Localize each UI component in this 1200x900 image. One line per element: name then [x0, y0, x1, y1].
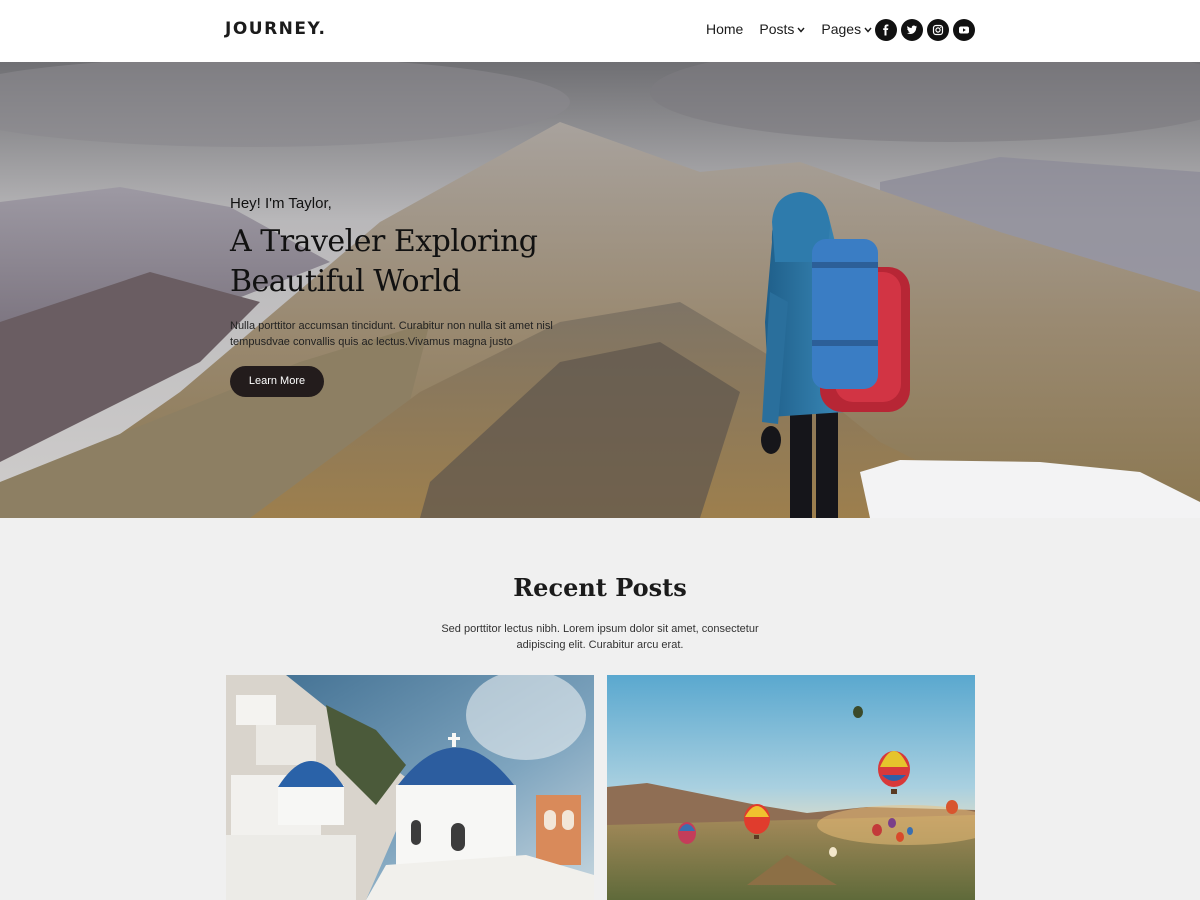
social-links [875, 19, 979, 41]
nav-item-label: Pages [821, 21, 862, 37]
chevron-down-icon [864, 25, 872, 36]
nav-item-label: Posts [759, 21, 795, 37]
santorini-photo [226, 675, 594, 900]
main-nav: Home Posts Pages [706, 21, 888, 37]
post-card-balloons[interactable] [607, 675, 975, 900]
hero-eyebrow: Hey! I'm Taylor, [230, 195, 332, 212]
instagram-icon[interactable] [927, 19, 949, 41]
nav-item-posts[interactable]: Posts [759, 21, 805, 37]
learn-more-button[interactable]: Learn More [230, 366, 324, 397]
nav-item-label: Home [706, 21, 744, 37]
section-subtitle: Sed porttitor lectus nibh. Lorem ipsum d… [441, 623, 759, 651]
hero-title-line: A Traveler Exploring [230, 224, 538, 259]
nav-item-pages[interactable]: Pages [821, 21, 872, 37]
hero-section: Hey! I'm Taylor, A Traveler Exploring Be… [0, 62, 1200, 518]
section-title: Recent Posts [513, 573, 687, 602]
chevron-down-icon [797, 25, 805, 36]
nav-item-home[interactable]: Home [706, 21, 743, 37]
site-logo[interactable]: JOURNEY. [225, 19, 326, 39]
hero-text: Hey! I'm Taylor, A Traveler Exploring Be… [230, 195, 570, 397]
site-header: JOURNEY. Home Posts Pages [0, 0, 1200, 62]
youtube-icon[interactable] [953, 19, 975, 41]
post-card-santorini[interactable] [226, 675, 594, 900]
hot-air-balloons-photo [607, 675, 975, 900]
facebook-icon[interactable] [875, 19, 897, 41]
hero-mountain-photo [0, 62, 1200, 518]
hero-description: Nulla porttitor accumsan tincidunt. Cura… [230, 320, 553, 348]
recent-posts-section: Recent Posts Sed porttitor lectus nibh. … [0, 518, 1200, 900]
hero-title-line: Beautiful World [230, 264, 461, 299]
hero-title: A Traveler Exploring Beautiful World [230, 222, 570, 302]
twitter-icon[interactable] [901, 19, 923, 41]
